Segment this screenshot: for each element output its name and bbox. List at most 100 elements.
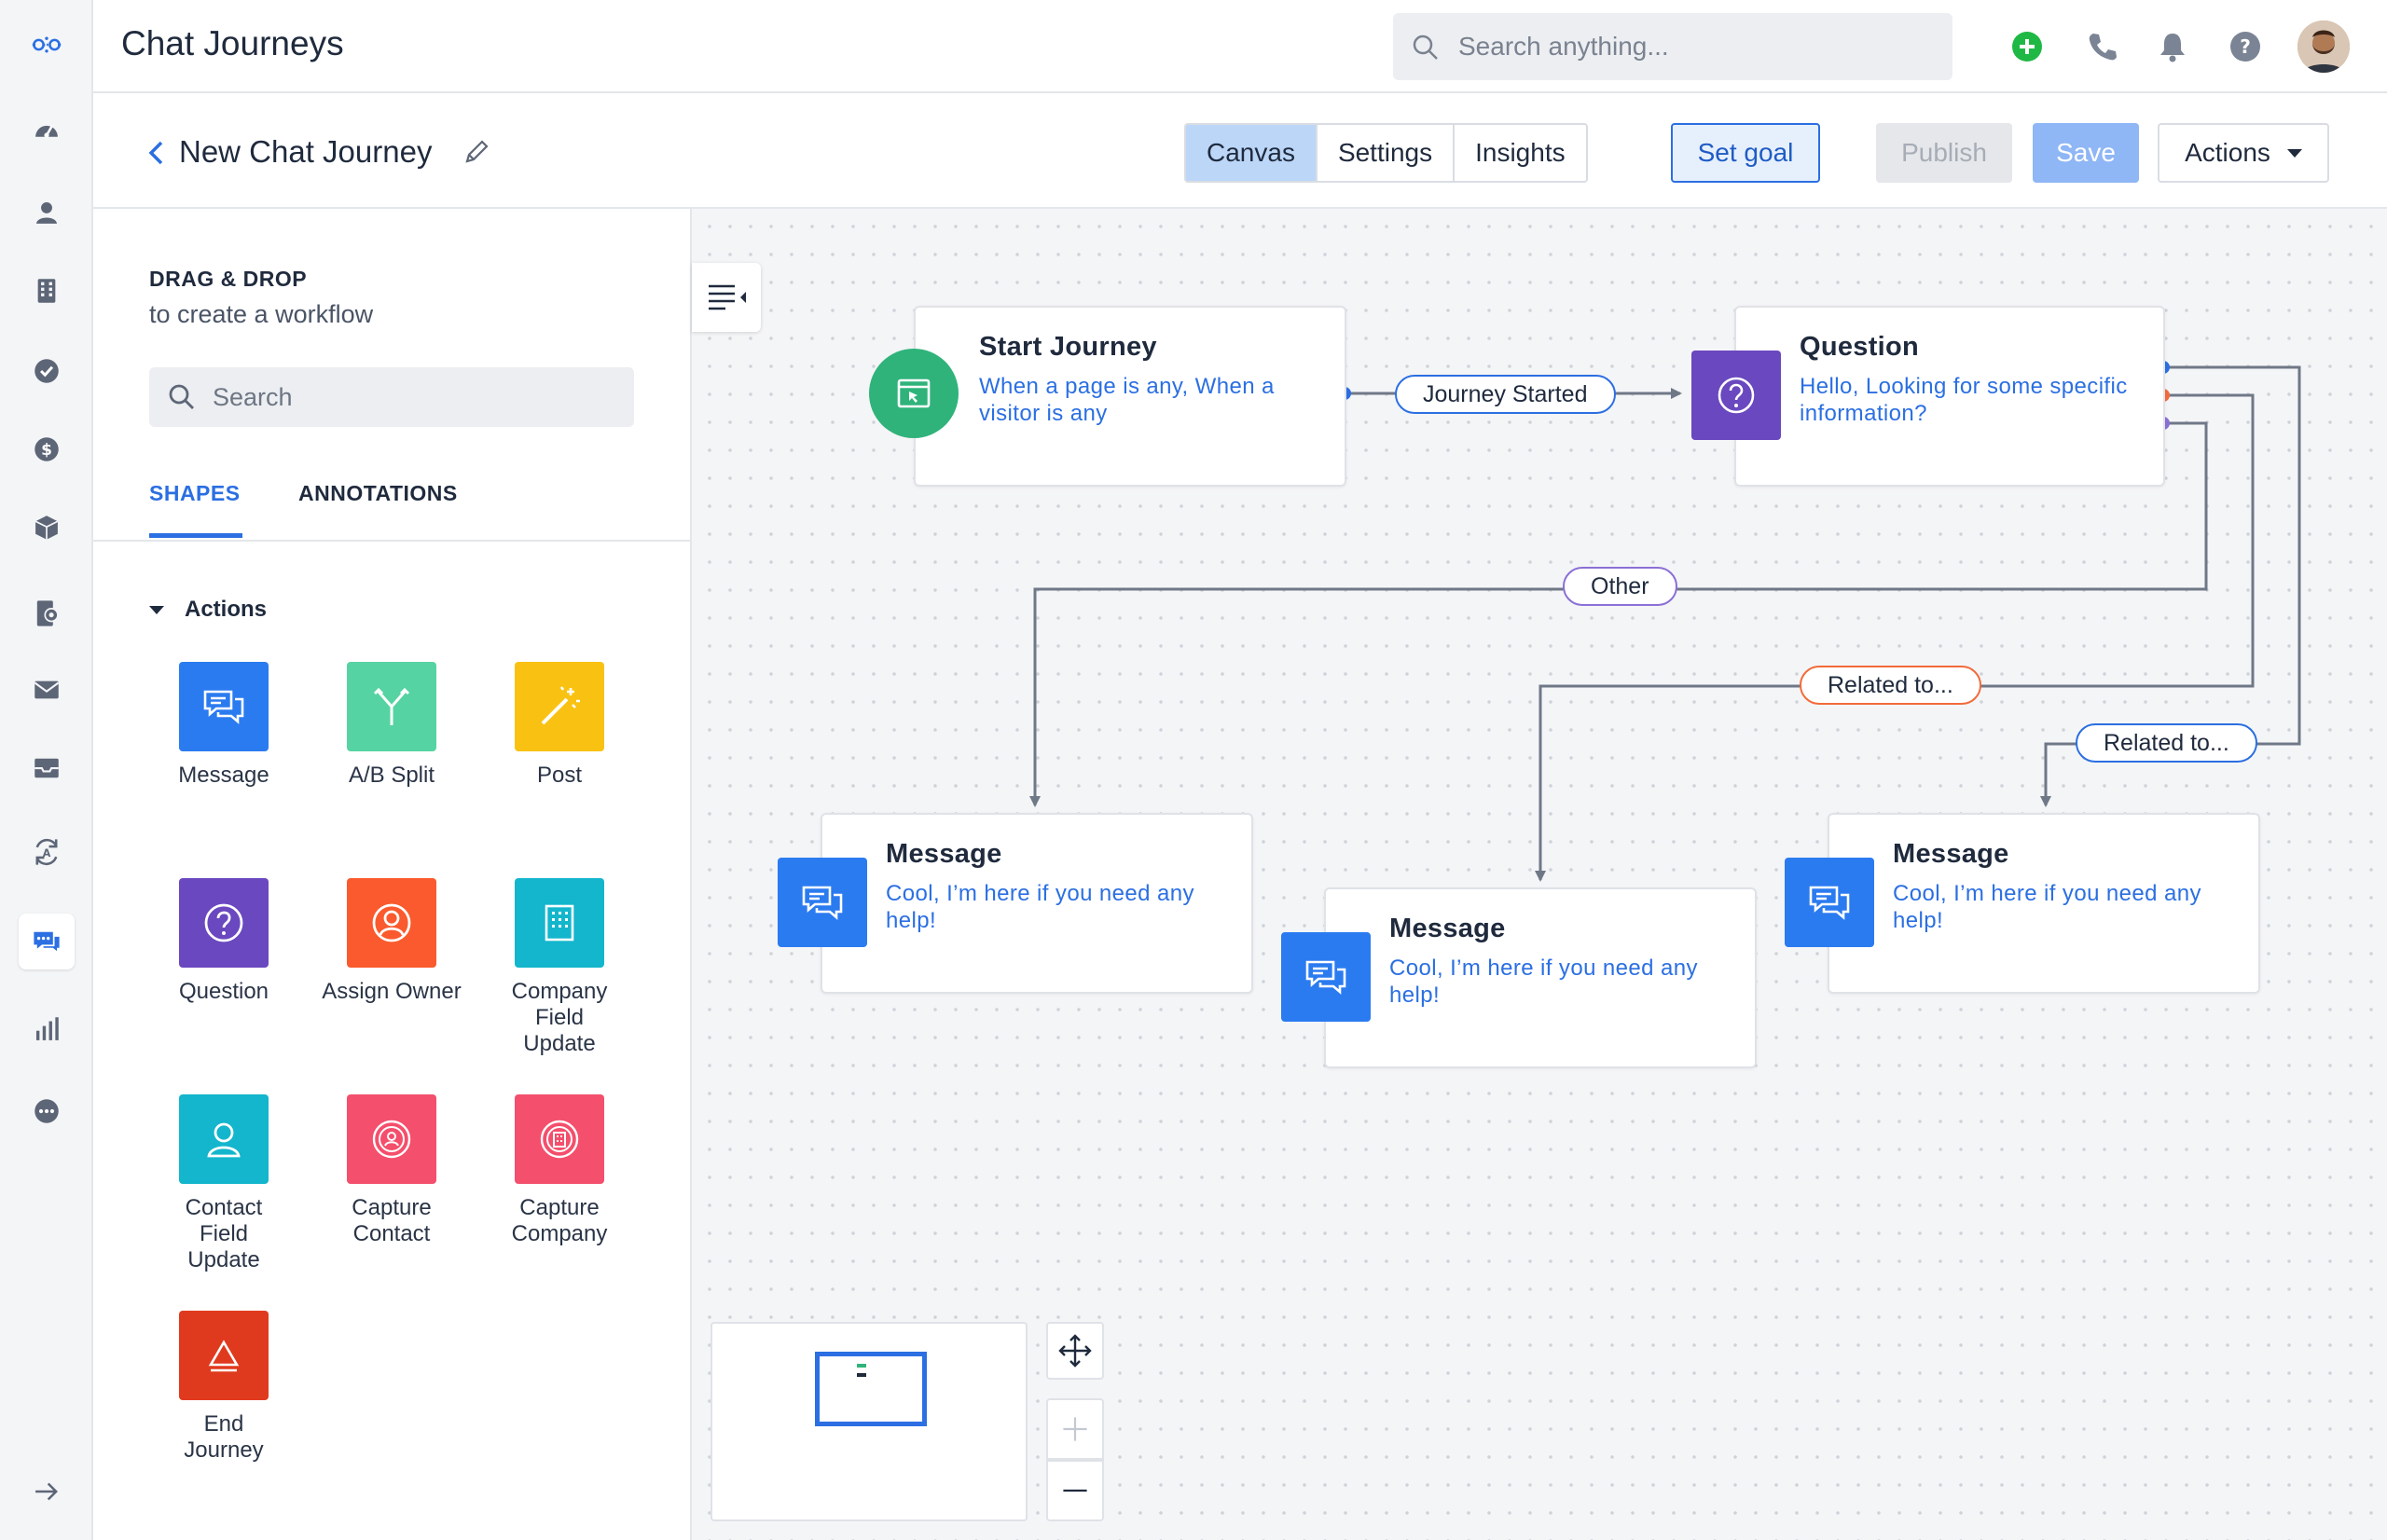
zoom-in-button[interactable] <box>1046 1398 1104 1460</box>
shape-ab-split[interactable]: A/B Split <box>308 662 476 789</box>
inbox-icon[interactable] <box>24 746 69 791</box>
node-description: Cool, I’m here if you need any help! <box>1389 956 1698 1008</box>
search-icon <box>1413 34 1438 60</box>
node-message-3[interactable]: Message Cool, I’m here if you need any h… <box>1828 813 2260 994</box>
phone-icon[interactable] <box>2083 28 2120 65</box>
actions-dropdown[interactable]: Actions <box>2158 123 2329 183</box>
shape-question[interactable]: Question <box>140 878 308 1005</box>
bell-icon[interactable] <box>2154 28 2191 65</box>
help-icon[interactable]: ? <box>2227 28 2264 65</box>
node-description: Hello, Looking for some specific informa… <box>1800 374 2128 426</box>
app-title: Chat Journeys <box>121 24 344 62</box>
logo-icon[interactable] <box>24 22 69 67</box>
pan-button[interactable] <box>1046 1322 1104 1380</box>
shape-label: Contact Field Update <box>185 1195 263 1272</box>
collapse-panel-button[interactable] <box>692 263 761 332</box>
node-start-journey[interactable]: Start Journey When a page is any, When a… <box>914 306 1346 487</box>
end-icon <box>179 1311 269 1400</box>
panel-title: DRAG & DROP <box>149 267 308 291</box>
publish-button[interactable]: Publish <box>1876 123 2012 183</box>
dashboard-icon[interactable] <box>24 108 69 153</box>
node-description: Cool, I’m here if you need any help! <box>1893 881 2201 933</box>
forms-icon[interactable] <box>24 591 69 636</box>
tab-annotations[interactable]: ANNOTATIONS <box>298 481 458 506</box>
minimap-node <box>857 1364 866 1368</box>
svg-text:$: $ <box>41 441 52 460</box>
svg-text:?: ? <box>2240 35 2251 58</box>
back-chevron-icon[interactable] <box>145 140 168 166</box>
actions-group-toggle[interactable]: Actions <box>149 597 267 623</box>
edge-label-other[interactable]: Other <box>1563 567 1677 606</box>
shape-end-journey[interactable]: End Journey <box>140 1311 308 1464</box>
reports-icon[interactable] <box>24 1007 69 1052</box>
shape-search-input[interactable] <box>213 367 614 427</box>
save-button[interactable]: Save <box>2033 123 2139 183</box>
edge-label-journey-started[interactable]: Journey Started <box>1395 375 1616 414</box>
caret-down-icon <box>149 605 164 614</box>
add-icon[interactable] <box>2008 28 2046 65</box>
deals-icon[interactable]: $ <box>24 427 69 472</box>
pencil-icon[interactable] <box>462 138 490 166</box>
tab-settings[interactable]: Settings <box>1317 125 1456 181</box>
shape-message[interactable]: Message <box>140 662 308 789</box>
tab-shapes[interactable]: SHAPES <box>149 481 241 506</box>
plus-icon <box>1063 1417 1087 1441</box>
node-message-2[interactable]: Message Cool, I’m here if you need any h… <box>1324 887 1757 1068</box>
collapse-list-icon <box>709 284 746 310</box>
edge-label-related-1[interactable]: Related to... <box>1800 666 1981 705</box>
chat-journeys-icon[interactable] <box>19 914 75 969</box>
actions-dropdown-label: Actions <box>2185 138 2270 167</box>
global-search-input[interactable] <box>1458 13 1925 80</box>
workflow-canvas[interactable]: Start Journey When a page is any, When a… <box>692 209 2387 1540</box>
tab-insights[interactable]: Insights <box>1455 125 1586 181</box>
node-message-1[interactable]: Message Cool, I’m here if you need any h… <box>821 813 1253 994</box>
shape-search[interactable] <box>149 367 634 427</box>
question-icon <box>179 878 269 968</box>
magic-wand-icon <box>515 662 604 751</box>
shape-label: Assign Owner <box>322 979 462 1004</box>
products-icon[interactable] <box>24 505 69 550</box>
minimap[interactable] <box>711 1322 1028 1521</box>
panel-subtitle: to create a workflow <box>149 300 374 328</box>
automation-icon[interactable]: A <box>24 830 69 874</box>
chat-bubbles-icon <box>1281 932 1371 1022</box>
contacts-icon[interactable] <box>24 190 69 235</box>
tab-canvas[interactable]: Canvas <box>1186 125 1318 181</box>
avatar[interactable] <box>2297 21 2350 73</box>
shape-capture-company[interactable]: Capture Company <box>476 1094 643 1247</box>
expand-arrow-icon[interactable] <box>24 1469 69 1514</box>
svg-text:A: A <box>43 847 51 859</box>
zoom-out-button[interactable] <box>1046 1460 1104 1521</box>
email-icon[interactable] <box>24 667 69 712</box>
edge-label-related-2[interactable]: Related to... <box>2076 723 2257 763</box>
minus-icon <box>1063 1489 1087 1492</box>
shape-label: Message <box>178 763 269 788</box>
shape-assign-owner[interactable]: Assign Owner <box>308 878 476 1005</box>
minimap-viewport[interactable] <box>815 1352 927 1426</box>
search-icon <box>169 384 194 409</box>
shape-company-field-update[interactable]: Company Field Update <box>476 878 643 1057</box>
browser-cursor-icon <box>869 349 959 438</box>
tasks-icon[interactable] <box>24 349 69 393</box>
caret-down-icon <box>2286 148 2302 158</box>
chat-bubbles-icon <box>179 662 269 751</box>
shape-post[interactable]: Post <box>476 662 643 789</box>
move-icon <box>1058 1334 1092 1368</box>
shape-capture-contact[interactable]: Capture Contact <box>308 1094 476 1247</box>
shape-label: Question <box>178 979 269 1004</box>
shape-contact-field-update[interactable]: Contact Field Update <box>140 1094 308 1273</box>
journey-title: New Chat Journey <box>179 134 433 169</box>
global-search[interactable] <box>1393 13 1952 80</box>
node-question[interactable]: Question Hello, Looking for some specifi… <box>1734 306 2165 487</box>
shape-label: A/B Split <box>348 763 435 788</box>
node-description: When a page is any, When a visitor is an… <box>979 374 1275 426</box>
node-title: Message <box>1893 839 2009 869</box>
accounts-icon[interactable] <box>24 268 69 313</box>
node-title: Message <box>886 839 1002 869</box>
set-goal-button[interactable]: Set goal <box>1671 123 1820 183</box>
shapes-panel: DRAG & DROP to create a workflow SHAPES … <box>93 209 692 1540</box>
more-icon[interactable] <box>24 1089 69 1134</box>
actions-group-label: Actions <box>185 597 268 622</box>
capture-company-icon <box>515 1094 604 1184</box>
question-icon <box>1691 351 1781 440</box>
